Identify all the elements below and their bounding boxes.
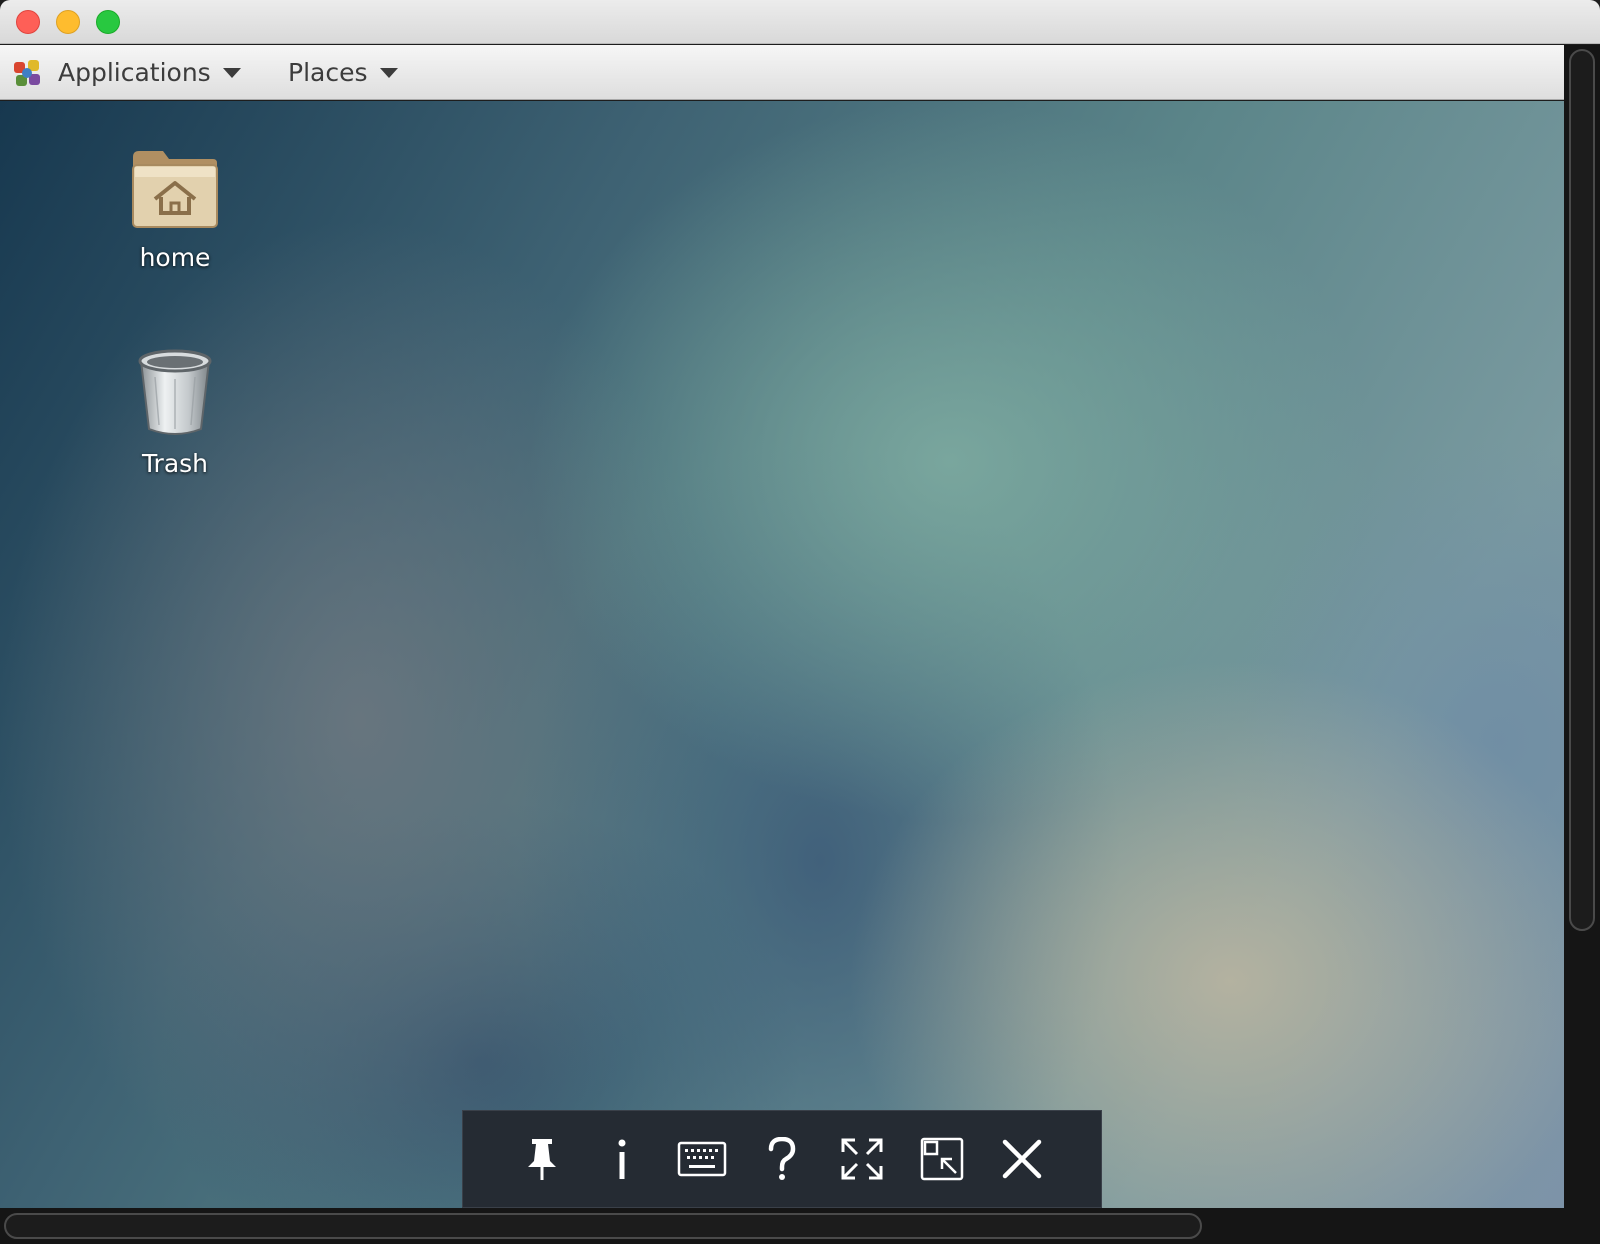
places-menu-label: Places: [288, 58, 368, 87]
gnome-foot-icon: [12, 58, 42, 88]
fullscreen-icon: [841, 1138, 883, 1180]
desktop-icon-home[interactable]: home: [100, 147, 250, 272]
scale-button[interactable]: [902, 1119, 982, 1199]
top-panel: Applications Places: [0, 45, 1564, 100]
remote-session-toolbar: [462, 1110, 1102, 1208]
keyboard-button[interactable]: [662, 1119, 742, 1199]
info-icon: [618, 1139, 626, 1179]
window-maximize-button[interactable]: [96, 10, 120, 34]
close-icon: [1002, 1139, 1042, 1179]
disconnect-button[interactable]: [982, 1119, 1062, 1199]
places-menu[interactable]: Places: [288, 45, 398, 100]
pin-button[interactable]: [502, 1119, 582, 1199]
vertical-scrollbar[interactable]: [1564, 45, 1600, 1208]
pin-icon: [528, 1139, 556, 1180]
desktop-icon-label: Trash: [141, 449, 209, 478]
fullscreen-button[interactable]: [822, 1119, 902, 1199]
window-minimize-button[interactable]: [56, 10, 80, 34]
desktop-icon-trash[interactable]: Trash: [100, 347, 250, 478]
horizontal-scrollbar[interactable]: [0, 1208, 1600, 1244]
chevron-down-icon: [379, 67, 398, 78]
desktop-icon-label: home: [139, 243, 211, 272]
scale-icon: [920, 1137, 964, 1181]
info-button[interactable]: [582, 1119, 662, 1199]
home-folder-icon: [132, 151, 218, 228]
applications-menu-label: Applications: [58, 58, 211, 87]
window-close-button[interactable]: [16, 10, 40, 34]
chevron-down-icon: [222, 67, 241, 78]
vertical-scrollbar-thumb[interactable]: [1569, 49, 1595, 931]
horizontal-scrollbar-thumb[interactable]: [4, 1213, 1202, 1239]
help-icon: [768, 1137, 796, 1180]
help-button[interactable]: [742, 1119, 822, 1199]
remote-desktop-viewport[interactable]: Applications Places home Trash: [0, 45, 1564, 1208]
keyboard-icon: [677, 1141, 727, 1177]
window-titlebar[interactable]: [0, 0, 1600, 44]
applications-menu[interactable]: Applications: [12, 45, 241, 100]
trash-can-icon: [138, 349, 212, 435]
desktop-background[interactable]: home Trash: [0, 101, 1564, 1208]
